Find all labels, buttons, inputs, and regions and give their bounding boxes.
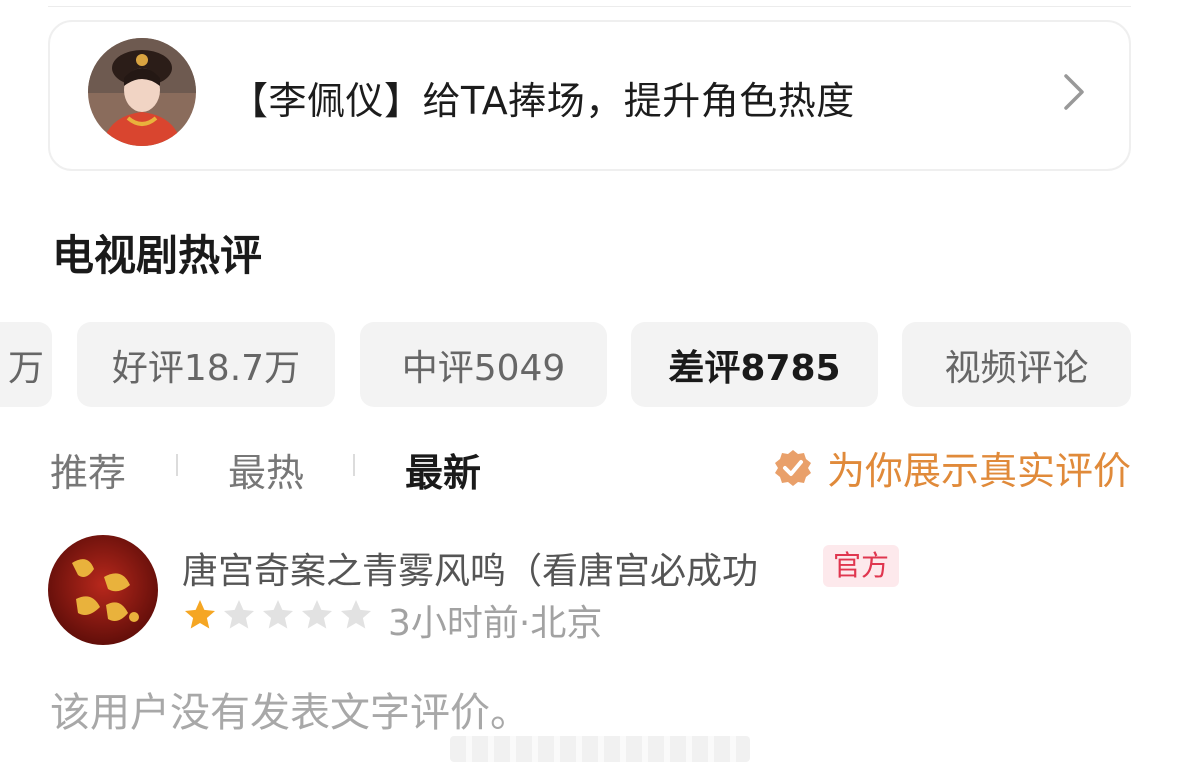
filter-chip-partial[interactable]: 万 bbox=[0, 322, 52, 407]
star-filled-icon bbox=[185, 600, 215, 629]
role-support-card[interactable]: 【李佩仪】给TA捧场，提升角色热度 bbox=[48, 20, 1131, 171]
sort-tab-recommended[interactable]: 推荐 bbox=[50, 442, 126, 497]
review-text: 该用户没有发表文字评价。 bbox=[50, 690, 530, 736]
reviewer-name[interactable]: 唐宫奇案之青雾风鸣（看唐宫必成功 bbox=[182, 542, 758, 594]
sort-divider bbox=[176, 454, 178, 476]
rating-stars bbox=[182, 597, 377, 633]
verified-review-note: 为你展示真实评价 bbox=[773, 440, 1131, 495]
verified-note-text: 为你展示真实评价 bbox=[826, 449, 1131, 493]
sort-tab-newest[interactable]: 最新 bbox=[405, 442, 481, 497]
sort-tab-hottest[interactable]: 最热 bbox=[228, 442, 304, 497]
watermark bbox=[450, 736, 750, 762]
section-title: 电视剧热评 bbox=[52, 231, 263, 280]
top-divider bbox=[48, 6, 1131, 7]
chevron-right-icon bbox=[1064, 74, 1084, 110]
filter-chip-positive[interactable]: 好评18.7万 bbox=[77, 322, 335, 407]
role-support-text: 【李佩仪】给TA捧场，提升角色热度 bbox=[230, 79, 855, 123]
star-empty-icon bbox=[224, 600, 254, 629]
sort-divider bbox=[353, 454, 355, 476]
verified-check-icon bbox=[774, 449, 811, 486]
official-badge: 官方 bbox=[823, 545, 900, 587]
filter-chip-negative[interactable]: 差评8785 bbox=[631, 322, 878, 407]
star-empty-icon bbox=[341, 600, 371, 629]
review-time-location: 3小时前·北京 bbox=[388, 603, 603, 644]
role-avatar bbox=[88, 38, 196, 146]
star-empty-icon bbox=[263, 600, 293, 629]
reviewer-avatar[interactable] bbox=[48, 535, 158, 645]
filter-chip-video[interactable]: 视频评论 bbox=[902, 322, 1131, 407]
filter-chip-neutral[interactable]: 中评5049 bbox=[360, 322, 607, 407]
star-empty-icon bbox=[302, 600, 332, 629]
